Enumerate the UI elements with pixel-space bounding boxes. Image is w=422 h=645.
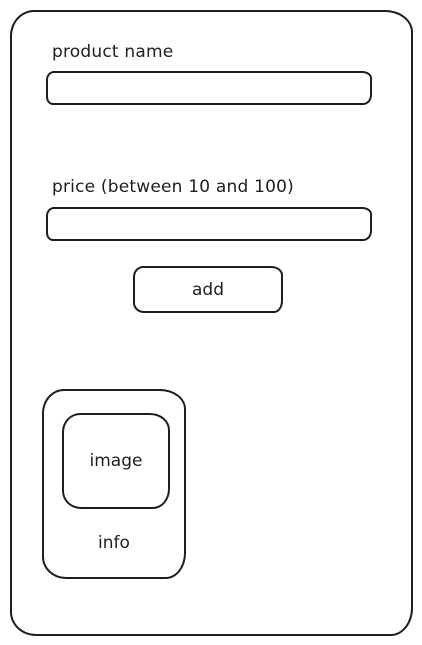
- price-label: price (between 10 and 100): [52, 177, 294, 197]
- product-image-label: image: [89, 451, 143, 471]
- product-name-label: product name: [52, 42, 174, 62]
- add-button[interactable]: add: [133, 266, 283, 313]
- product-card: image info: [42, 389, 186, 579]
- product-image-placeholder: image: [62, 413, 170, 509]
- price-input[interactable]: [46, 207, 372, 241]
- product-info-label: info: [98, 533, 130, 553]
- product-name-input[interactable]: [46, 71, 372, 105]
